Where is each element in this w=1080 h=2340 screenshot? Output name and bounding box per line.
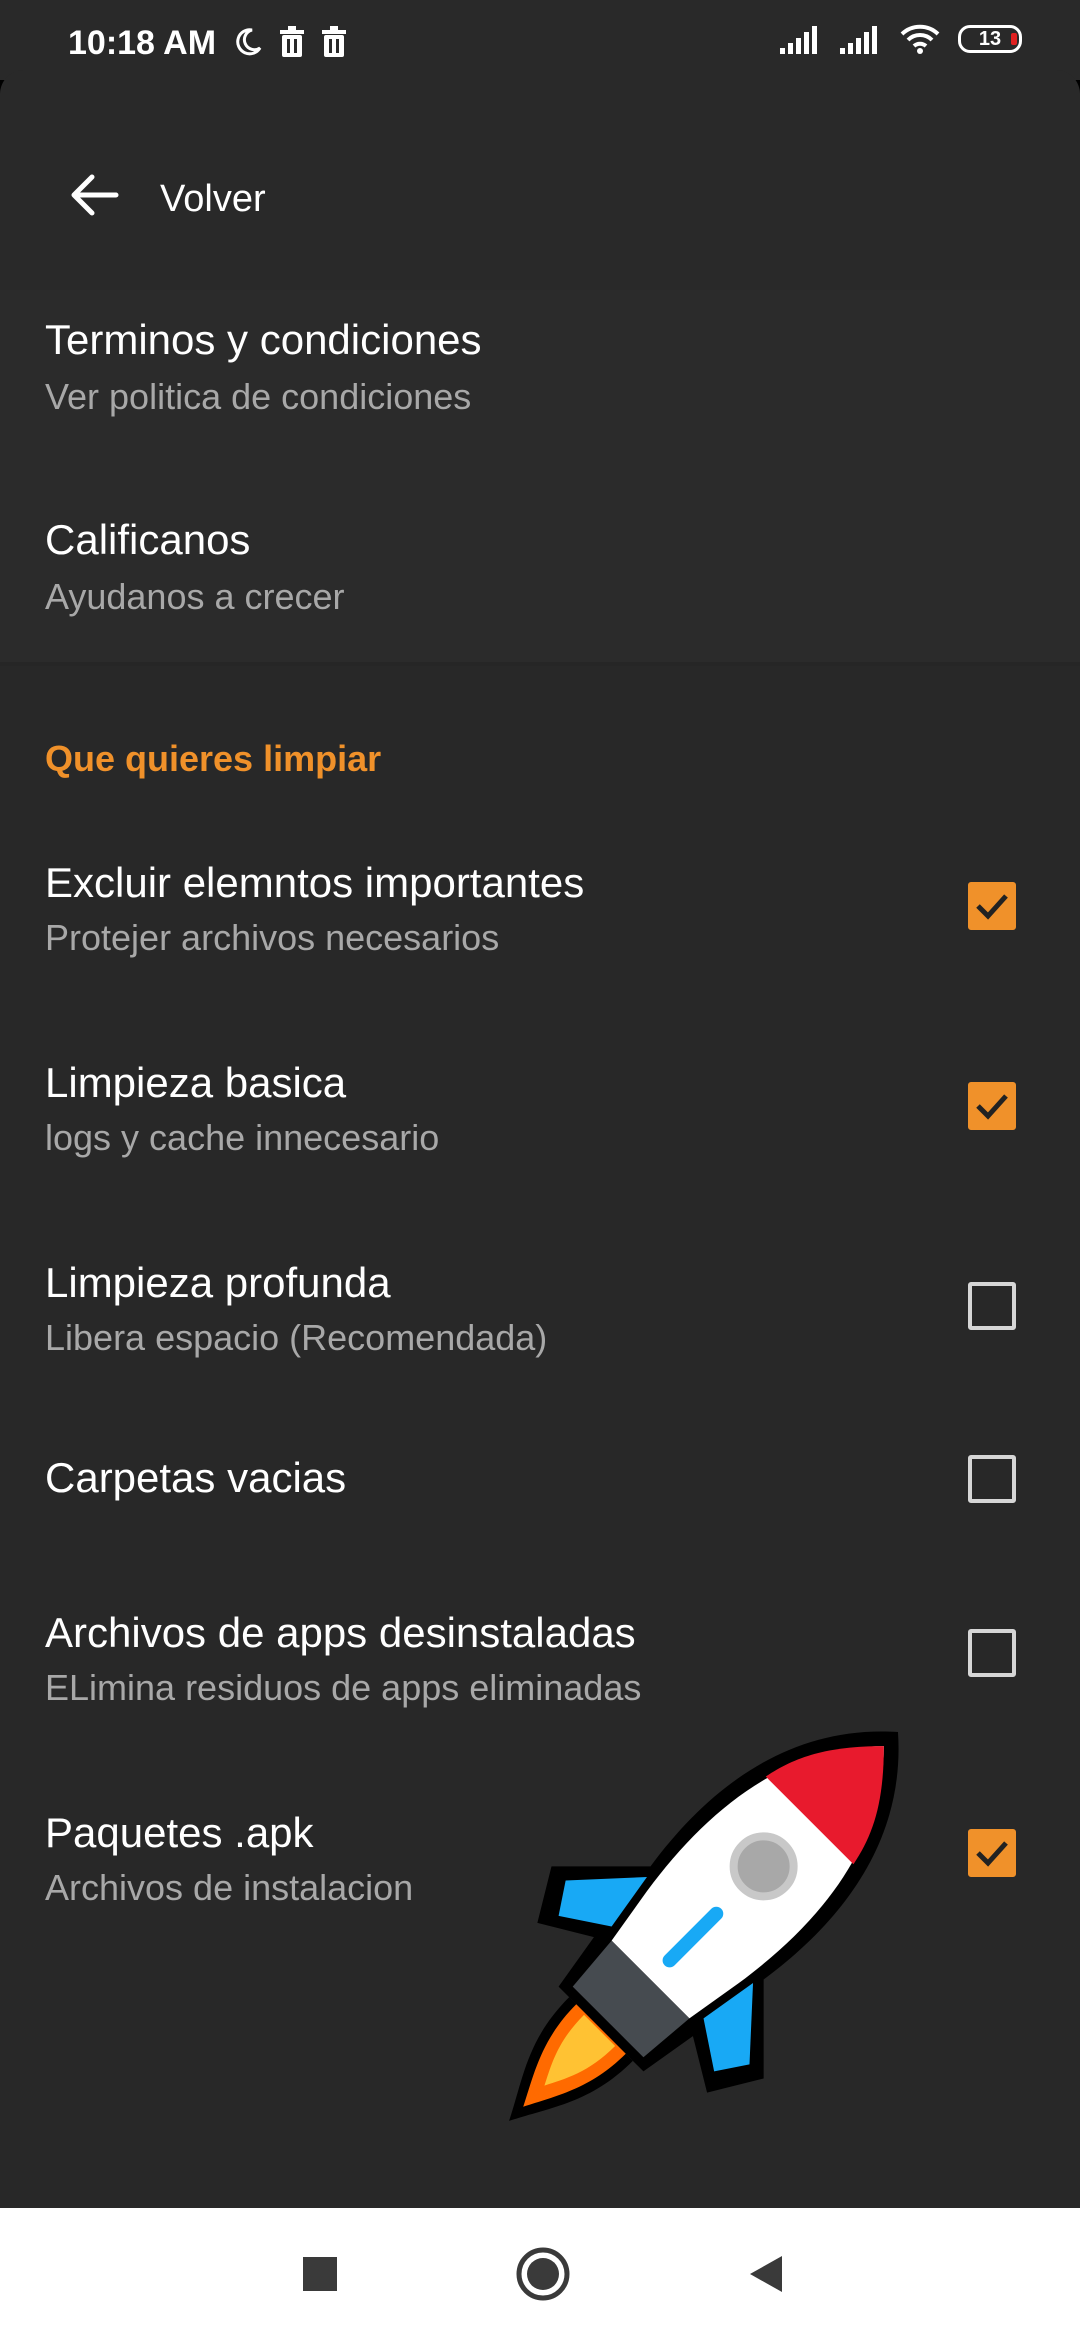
top-app-bar: Volver — [0, 110, 1080, 250]
back-button[interactable] — [50, 150, 140, 240]
list-item-subtitle: Ayudanos a crecer — [45, 576, 345, 617]
option-subtitle: logs y cache innecesario — [45, 1117, 440, 1158]
status-notification-icons — [232, 26, 348, 58]
option-subtitle: Libera espacio (Recomendada) — [45, 1317, 548, 1358]
option-title: Excluir elemntos importantes — [45, 859, 585, 906]
option-empty-folders[interactable]: Carpetas vacias — [0, 1440, 1080, 1550]
square-icon — [303, 2257, 337, 2291]
status-bar: 10:18 AM 13 — [0, 0, 1080, 80]
check-icon — [976, 1841, 1008, 1867]
back-nav-button[interactable] — [735, 2244, 795, 2304]
rocket-icon — [509, 1731, 899, 2121]
checkbox-basic-clean[interactable] — [968, 1082, 1016, 1130]
list-item-subtitle: Ver politica de condiciones — [45, 376, 472, 417]
home-button[interactable] — [513, 2244, 573, 2304]
signal-icon — [840, 26, 877, 54]
list-item-rate[interactable]: Calificanos Ayudanos a crecer — [0, 500, 1080, 650]
option-title: Limpieza profunda — [45, 1259, 391, 1306]
system-nav-bar — [0, 2208, 1080, 2340]
option-title: Archivos de apps desinstaladas — [45, 1609, 636, 1656]
status-system-icons: 13 — [780, 24, 1022, 54]
back-label: Volver — [160, 178, 266, 220]
section-title: Que quieres limpiar — [45, 738, 382, 779]
option-deep-clean[interactable]: Limpieza profunda Libera espacio (Recome… — [0, 1255, 1080, 1405]
arrow-left-icon — [71, 174, 119, 216]
battery-level: 13 — [978, 27, 1002, 50]
checkbox-apk-packages[interactable] — [968, 1829, 1016, 1877]
battery-icon: 13 — [958, 25, 1022, 53]
checkbox-empty-folders[interactable] — [968, 1455, 1016, 1503]
option-subtitle: Archivos de instalacion — [45, 1867, 414, 1908]
list-item-title: Calificanos — [45, 516, 251, 563]
checkbox-deep-clean[interactable] — [968, 1282, 1016, 1330]
recents-button[interactable] — [290, 2244, 350, 2304]
option-exclude-important[interactable]: Excluir elemntos importantes Protejer ar… — [0, 855, 1080, 1005]
option-title: Limpieza basica — [45, 1059, 347, 1106]
list-item-terms[interactable]: Terminos y condiciones Ver politica de c… — [0, 300, 1080, 450]
wifi-icon — [900, 24, 940, 54]
option-title: Paquetes .apk — [45, 1809, 314, 1856]
option-basic-clean[interactable]: Limpieza basica logs y cache innecesario — [0, 1055, 1080, 1205]
trash-icon — [322, 26, 346, 57]
status-time: 10:18 AM — [68, 24, 217, 62]
checkbox-uninstalled-apps[interactable] — [968, 1629, 1016, 1677]
option-subtitle: Protejer archivos necesarios — [45, 917, 500, 958]
moon-icon — [236, 28, 262, 56]
back-triangle-icon — [750, 2256, 782, 2292]
option-title: Carpetas vacias — [45, 1454, 347, 1501]
checkbox-exclude-important[interactable] — [968, 882, 1016, 930]
check-icon — [976, 894, 1008, 920]
list-item-title: Terminos y condiciones — [45, 316, 482, 363]
home-circle-icon — [516, 2247, 570, 2301]
signal-icon — [780, 26, 817, 54]
check-icon — [976, 1094, 1008, 1120]
trash-icon — [280, 26, 304, 57]
